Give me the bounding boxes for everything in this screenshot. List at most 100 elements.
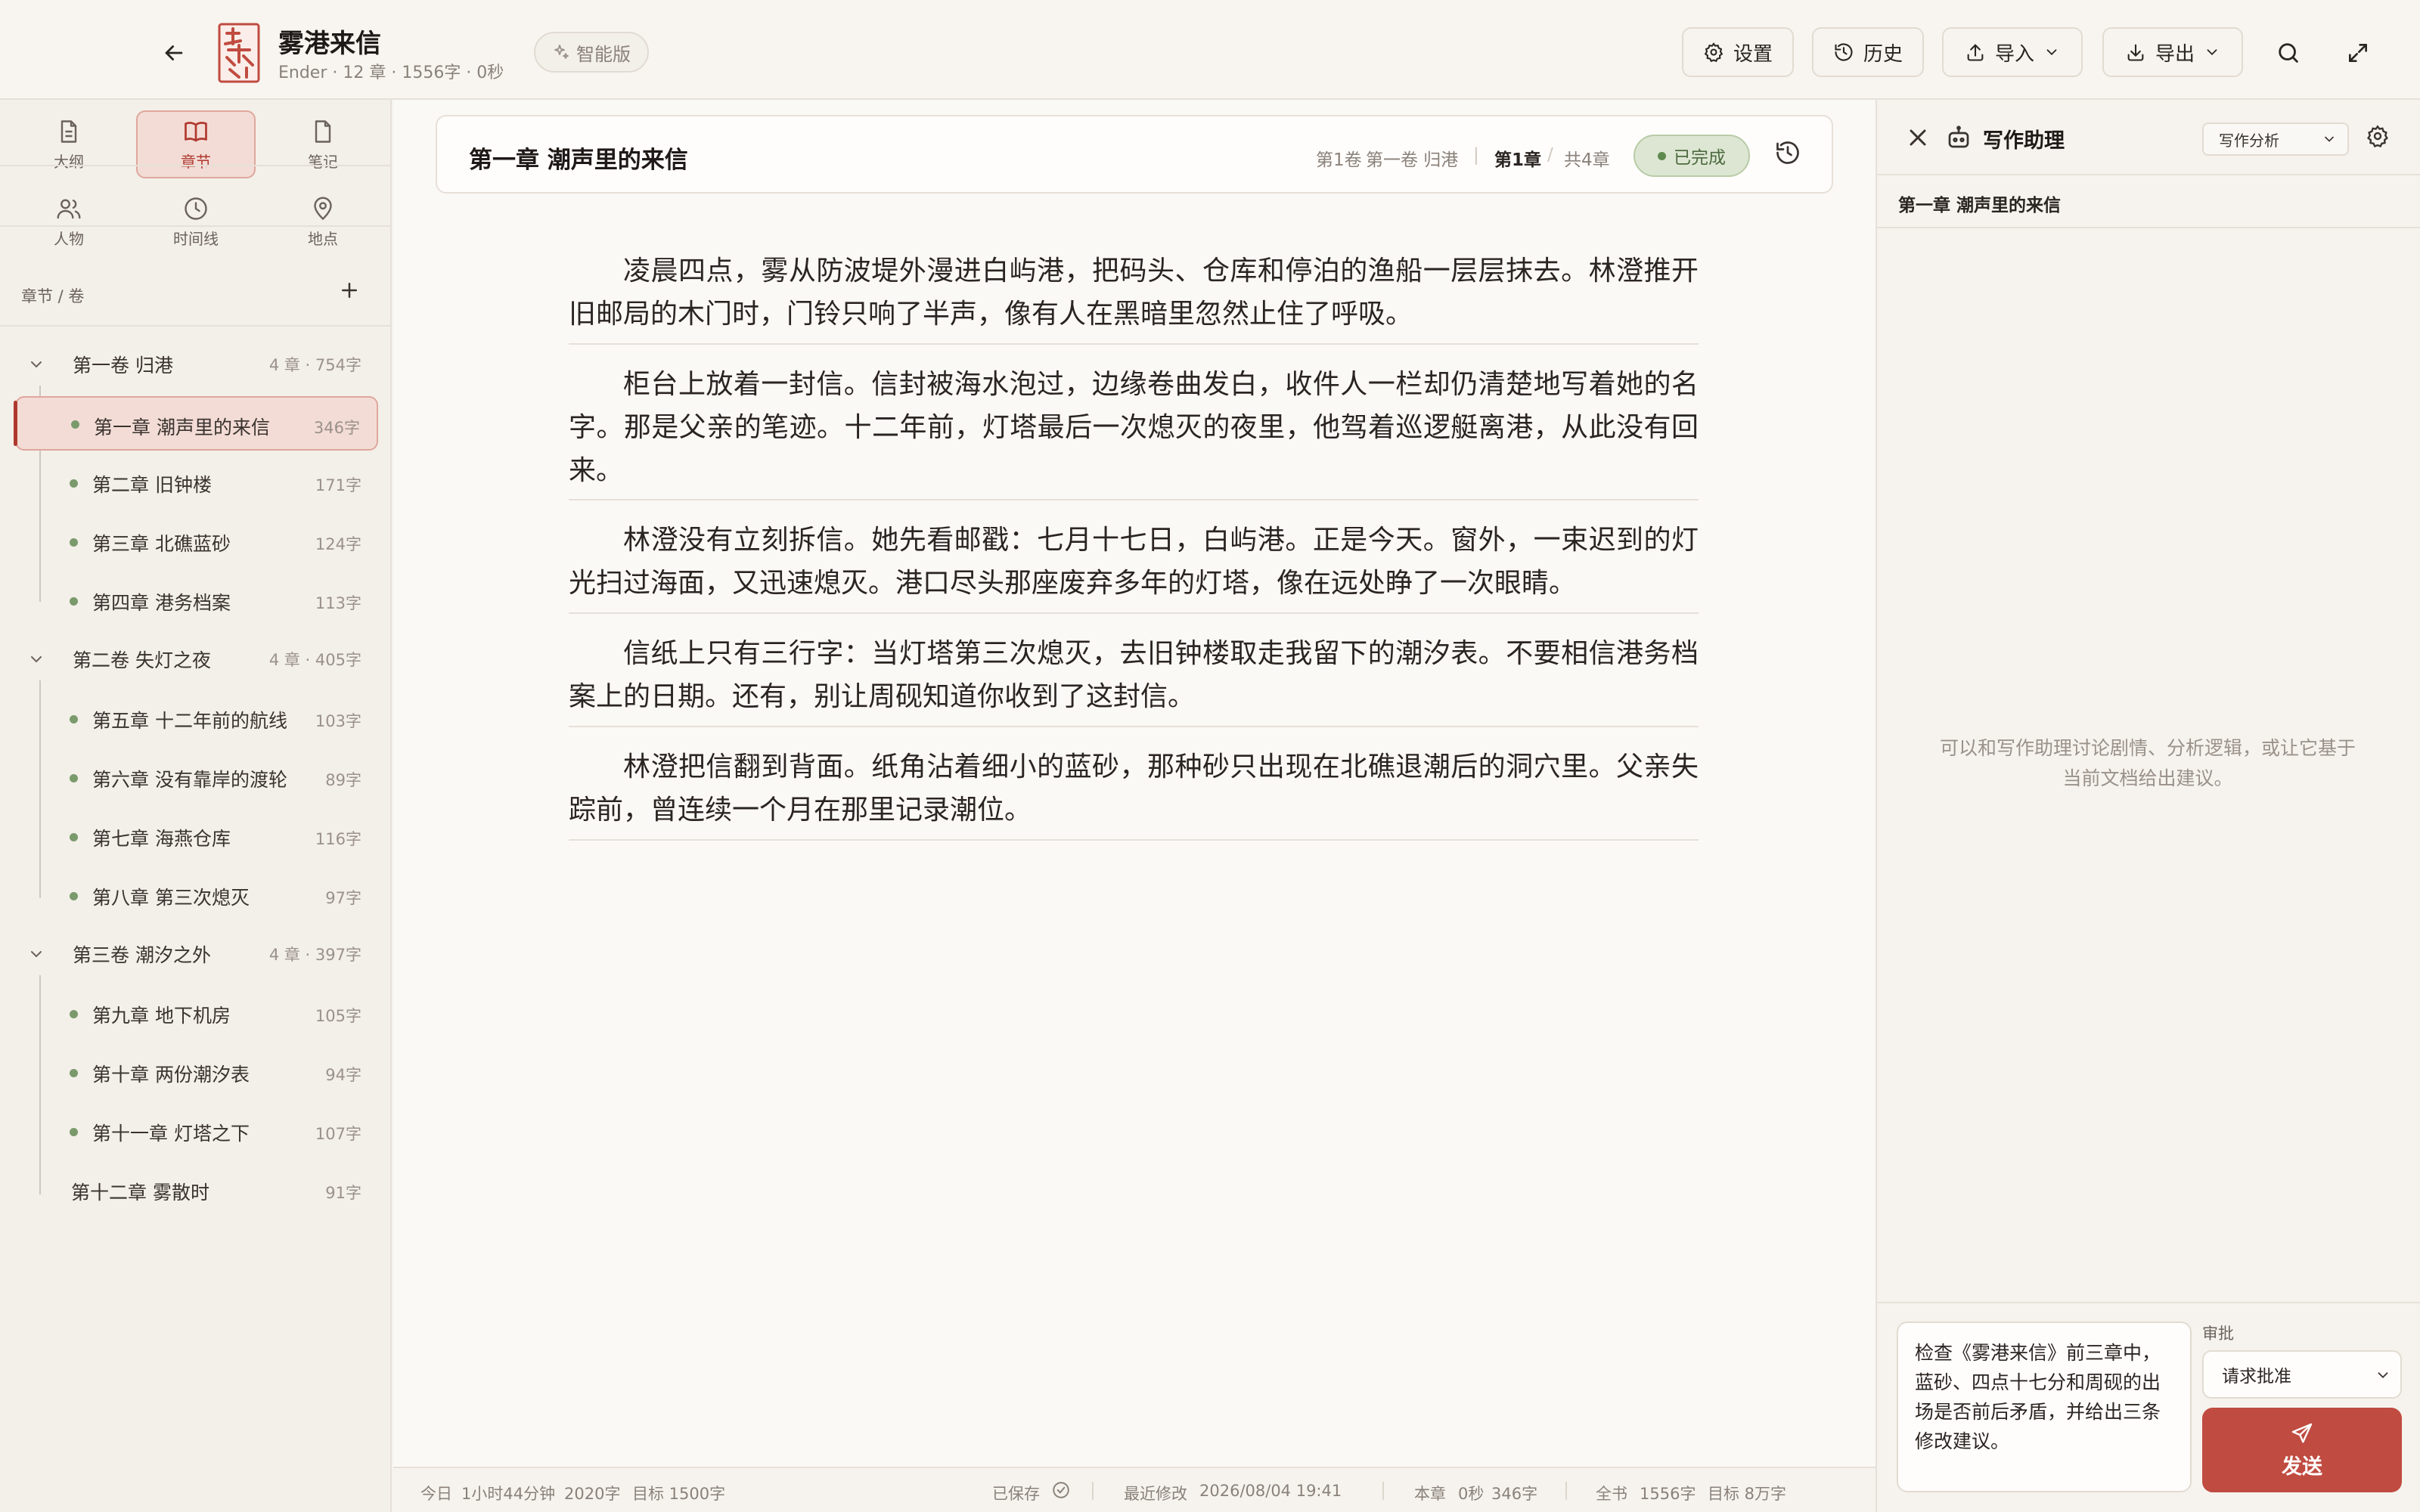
import-button[interactable]: 导入 bbox=[1942, 27, 2083, 77]
fullscreen-icon[interactable] bbox=[2340, 35, 2376, 71]
book-meta: Ender · 12 章 · 1556字 · 0秒 bbox=[278, 64, 504, 82]
chapter-word-count: 94字 bbox=[325, 1066, 361, 1084]
note-icon bbox=[315, 119, 331, 143]
chapter-row[interactable]: 第一章 潮声里的来信 346字 bbox=[14, 396, 378, 451]
chapter-row[interactable]: 第四章 港务档案 113字 bbox=[15, 573, 378, 627]
today-words: 2020字 bbox=[564, 1485, 621, 1503]
paragraph[interactable]: 柜台上放着一封信。信封被海水泡过，边缘卷曲发白，收件人一栏却仍清楚地写着她的名字… bbox=[569, 363, 1699, 492]
chapter-word-count: 89字 bbox=[325, 771, 361, 789]
history-button[interactable]: 历史 bbox=[1812, 27, 1924, 77]
sidebar-divider bbox=[0, 225, 390, 227]
chapter-row[interactable]: 第七章 海燕仓库 116字 bbox=[15, 809, 378, 863]
chapter-word-count: 97字 bbox=[325, 889, 361, 907]
chapter-row[interactable]: 第十一章 灯塔之下 107字 bbox=[15, 1104, 378, 1158]
status-dot bbox=[70, 538, 78, 547]
settings-button[interactable]: 设置 bbox=[1682, 27, 1794, 77]
chevron-down-icon bbox=[31, 361, 42, 368]
chapter-header: 第一章 潮声里的来信 第1卷 第一卷 归港 | 第1章 / 共4章 已完成 bbox=[436, 115, 1833, 194]
history-label: 历史 bbox=[1863, 42, 1903, 66]
chapter-word-count: 103字 bbox=[315, 712, 361, 730]
chapter-row[interactable]: 第十章 两份潮汐表 94字 bbox=[15, 1045, 378, 1099]
paragraph-divider bbox=[569, 726, 1699, 727]
nav-tab-characters[interactable]: 人物 bbox=[9, 187, 129, 256]
settings-label: 设置 bbox=[1733, 42, 1773, 66]
book-words: 1556字 bbox=[1640, 1485, 1696, 1503]
breadcrumb-volume-name[interactable]: 第一卷 归港 bbox=[1366, 145, 1458, 171]
chapter-row[interactable]: 第三章 北礁蓝砂 124字 bbox=[15, 514, 378, 569]
status-separator bbox=[1382, 1482, 1384, 1500]
chapter-row[interactable]: 第五章 十二年前的航线 103字 bbox=[15, 691, 378, 745]
chevron-down-icon bbox=[31, 951, 42, 958]
empty-state-hint: 可以和写作助理讨论剧情、分析逻辑，或让它基于当前文档给出建议。 bbox=[1939, 737, 2356, 789]
sparkle-icon bbox=[554, 45, 569, 59]
paragraph[interactable]: 凌晨四点，雾从防波堤外漫进白屿港，把码头、仓库和停泊的渔船一层层抹去。林澄推开旧… bbox=[569, 249, 1699, 336]
chapter-title: 第十二章 雾散时 bbox=[71, 1182, 209, 1204]
chapter-title: 第一章 潮声里的来信 bbox=[94, 417, 270, 438]
history-icon bbox=[1835, 43, 1853, 61]
analysis-mode-value: 写作分析 bbox=[2219, 131, 2279, 150]
breadcrumb-volume-label: 第1卷 bbox=[1316, 150, 1362, 170]
add-chapter-button[interactable] bbox=[333, 274, 366, 307]
assistant-settings-icon[interactable] bbox=[2366, 124, 2393, 151]
today-time: 1小时44分钟 bbox=[461, 1485, 556, 1503]
search-icon[interactable] bbox=[2270, 35, 2307, 71]
map-pin-icon bbox=[314, 197, 332, 220]
chapter-word-count: 113字 bbox=[315, 594, 361, 612]
nav-tab-chapters[interactable]: 章节 bbox=[136, 110, 256, 178]
status-dot bbox=[70, 479, 78, 488]
chapter-title: 第十一章 灯塔之下 bbox=[92, 1123, 250, 1145]
sidebar-divider bbox=[0, 165, 390, 166]
chapter-row[interactable]: 第十二章 雾散时 91字 bbox=[15, 1163, 378, 1217]
volume-name: 第一卷 归港 bbox=[73, 355, 173, 376]
approval-select[interactable]: 请求批准 bbox=[2202, 1350, 2402, 1399]
edition-label: 智能版 bbox=[576, 43, 631, 65]
robot-icon bbox=[1945, 124, 1972, 151]
book-target: 目标 8万字 bbox=[1708, 1485, 1787, 1503]
chapter-row[interactable]: 第二章 旧钟楼 171字 bbox=[15, 455, 378, 510]
nav-tab-outline[interactable]: 大纲 bbox=[9, 110, 129, 178]
chapter-title: 第十章 两份潮汐表 bbox=[92, 1064, 250, 1086]
back-arrow-icon[interactable] bbox=[156, 35, 192, 71]
close-icon[interactable] bbox=[1904, 124, 1931, 151]
nav-label: 章节 bbox=[181, 152, 211, 171]
clock-icon bbox=[185, 197, 207, 220]
chapter-word-count: 105字 bbox=[315, 1007, 361, 1025]
send-button[interactable]: 发送 bbox=[2202, 1408, 2402, 1492]
nav-label: 地点 bbox=[308, 229, 338, 248]
analysis-mode-select[interactable]: 写作分析 bbox=[2202, 122, 2349, 156]
status-dot bbox=[70, 597, 78, 606]
book-icon bbox=[185, 121, 207, 141]
top-bar: 雾港来信 Ender · 12 章 · 1556字 · 0秒 智能版 设置 历史… bbox=[0, 0, 2420, 100]
sidebar: 大纲 章节 笔记 人物 时间线 地点 bbox=[0, 100, 392, 1512]
edition-badge[interactable]: 智能版 bbox=[534, 32, 649, 73]
people-icon bbox=[57, 199, 81, 218]
status-dot bbox=[70, 715, 78, 723]
chapter-word-count: 171字 bbox=[315, 476, 361, 494]
chapter-row[interactable]: 第九章 地下机房 105字 bbox=[15, 986, 378, 1040]
nav-tab-notes[interactable]: 笔记 bbox=[263, 110, 383, 178]
chevron-down-icon bbox=[2325, 136, 2334, 142]
status-badge[interactable]: 已完成 bbox=[1634, 135, 1750, 177]
chapter-title: 第八章 第三次熄灭 bbox=[92, 887, 250, 909]
upload-icon bbox=[1967, 44, 1984, 61]
volume-row[interactable]: 第二卷 失灯之夜 4 章 · 405字 bbox=[0, 637, 390, 682]
nav-tab-locations[interactable]: 地点 bbox=[263, 187, 383, 256]
volume-row[interactable]: 第一卷 归港 4 章 · 754字 bbox=[0, 342, 390, 387]
chapter-row[interactable]: 第六章 没有靠岸的渡轮 89字 bbox=[15, 750, 378, 804]
last-modified-label: 最近修改 bbox=[1124, 1485, 1187, 1503]
paragraph[interactable]: 林澄把信翻到背面。纸角沾着细小的蓝砂，那种砂只出现在北礁退潮后的洞穴里。父亲失踪… bbox=[569, 745, 1699, 832]
chapter-word-count: 91字 bbox=[325, 1184, 361, 1202]
version-history-icon[interactable] bbox=[1774, 139, 1807, 172]
paragraph-divider bbox=[569, 343, 1699, 345]
volume-row[interactable]: 第三卷 潮汐之外 4 章 · 397字 bbox=[0, 931, 390, 977]
status-dot bbox=[70, 1069, 78, 1077]
assistant-message-input[interactable]: 检查《雾港来信》前三章中，蓝砂、四点十七分和周砚的出场是否前后矛盾，并给出三条修… bbox=[1897, 1321, 2192, 1492]
export-button[interactable]: 导出 bbox=[2102, 27, 2243, 77]
nav-tab-timeline[interactable]: 时间线 bbox=[136, 187, 256, 256]
outline-icon bbox=[60, 119, 77, 143]
paragraph[interactable]: 信纸上只有三行字：当灯塔第三次熄灭，去旧钟楼取走我留下的潮汐表。不要相信港务档案… bbox=[569, 632, 1699, 718]
paragraph[interactable]: 林澄没有立刻拆信。她先看邮戳：七月十七日，白屿港。正是今天。窗外，一束迟到的灯光… bbox=[569, 519, 1699, 605]
chapter-row[interactable]: 第八章 第三次熄灭 97字 bbox=[15, 868, 378, 922]
paragraph-divider bbox=[569, 612, 1699, 614]
today-target: 目标 1500字 bbox=[632, 1485, 726, 1503]
